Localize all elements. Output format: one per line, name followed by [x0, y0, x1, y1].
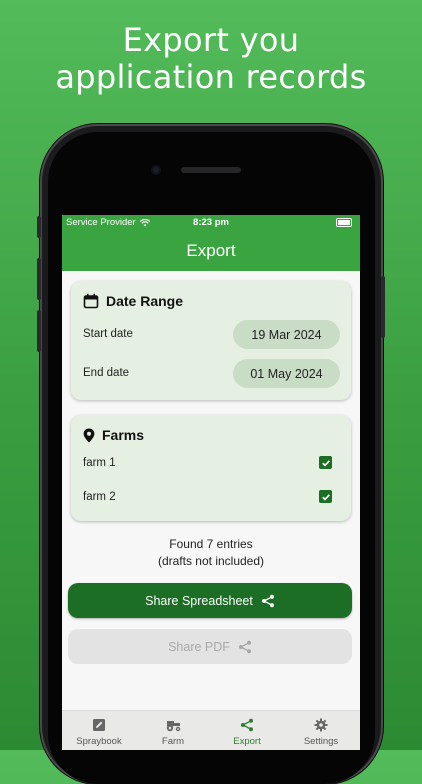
app-bar: Export: [62, 231, 360, 271]
bottom-tab-bar: Spraybook Farm Export Settings: [62, 710, 360, 750]
volume-up-button: [37, 258, 41, 300]
tab-spraybook-label: Spraybook: [76, 736, 122, 747]
tab-spraybook[interactable]: Spraybook: [62, 711, 136, 750]
share-icon: [241, 718, 253, 732]
date-range-header: Date Range: [83, 293, 183, 309]
farms-header: Farms: [83, 427, 144, 443]
start-date-label: Start date: [83, 328, 133, 340]
calendar-icon: [83, 293, 99, 309]
found-count-text: Found 7 entries: [169, 537, 253, 551]
end-date-label: End date: [83, 367, 130, 379]
entries-summary: Found 7 entries (drafts not included): [62, 536, 360, 570]
earpiece-speaker: [181, 167, 241, 173]
share-icon: [238, 640, 251, 653]
tractor-icon: [166, 721, 180, 732]
farm-2-label: farm 2: [83, 491, 116, 503]
share-spreadsheet-label: Share Spreadsheet: [145, 593, 253, 608]
edit-note-icon: [93, 719, 105, 731]
tab-export-label: Export: [233, 736, 261, 747]
page-title: Export: [186, 241, 236, 260]
promo-headline: Export you application records: [0, 22, 422, 96]
headline-line-2: application records: [55, 58, 367, 96]
front-camera: [151, 165, 161, 175]
location-pin-icon: [83, 428, 95, 442]
battery-icon: [336, 218, 352, 227]
status-bar: Service Provider 8:23 pm: [62, 215, 360, 231]
share-pdf-label: Share PDF: [168, 639, 230, 654]
tab-settings[interactable]: Settings: [284, 711, 358, 750]
checkmark-icon: [321, 459, 330, 467]
farm-1-label: farm 1: [83, 457, 116, 469]
date-range-card: Date Range Start date 19 Mar 2024 End da…: [71, 281, 351, 400]
silent-switch: [37, 216, 41, 238]
farms-card: Farms farm 1 farm 2: [71, 415, 351, 521]
share-pdf-button[interactable]: Share PDF: [68, 629, 352, 664]
share-spreadsheet-button[interactable]: Share Spreadsheet: [68, 583, 352, 618]
tab-farm[interactable]: Farm: [136, 711, 210, 750]
start-date-button[interactable]: 19 Mar 2024: [233, 320, 340, 349]
end-date-button[interactable]: 01 May 2024: [233, 359, 340, 388]
date-range-title: Date Range: [106, 293, 184, 309]
volume-down-button: [37, 310, 41, 352]
headline-line-1: Export you: [122, 21, 300, 59]
status-time: 8:23 pm: [193, 217, 229, 228]
farms-title: Farms: [102, 427, 145, 443]
power-button: [381, 276, 385, 338]
tab-settings-label: Settings: [303, 736, 339, 747]
farm-2-checkbox[interactable]: [319, 490, 332, 503]
gear-icon: [314, 718, 328, 732]
app-screen: Service Provider 8:23 pm Export Date Ran…: [62, 215, 360, 750]
farm-1-checkbox[interactable]: [319, 456, 332, 469]
share-icon: [261, 594, 274, 607]
checkmark-icon: [321, 493, 330, 501]
tab-export[interactable]: Export: [210, 711, 284, 750]
drafts-note-text: (drafts not included): [157, 554, 265, 568]
tab-farm-label: Farm: [161, 736, 185, 747]
